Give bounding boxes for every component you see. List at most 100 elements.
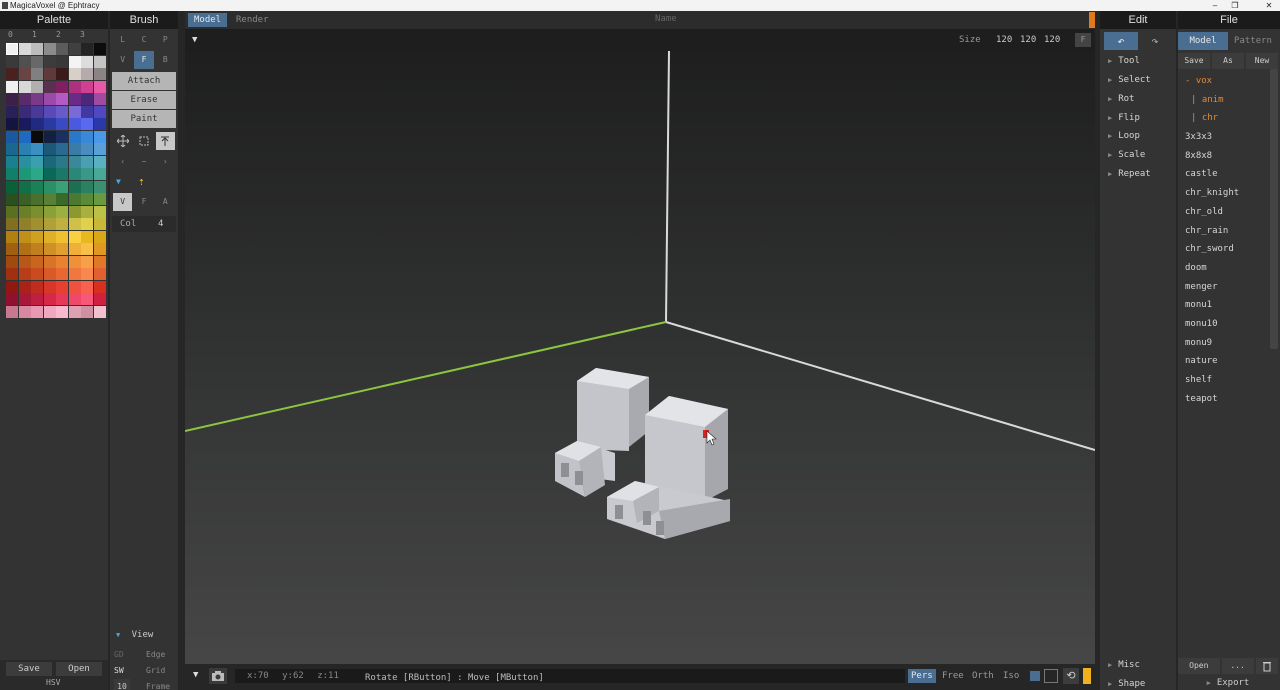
file-open-button[interactable]: Open [1178, 658, 1220, 674]
reset-view-icon[interactable]: ⟲ [1063, 668, 1079, 684]
folder-vox[interactable]: - vox [1185, 72, 1212, 90]
undo-button[interactable]: ↶ [1104, 32, 1138, 50]
statusbar-menu-icon[interactable]: ▼ [193, 670, 198, 680]
palette-swatch[interactable] [56, 218, 68, 230]
palette-swatch[interactable] [81, 80, 93, 93]
grid-view-icon[interactable] [1044, 669, 1058, 683]
palette-swatch[interactable] [6, 268, 18, 280]
palette-swatch[interactable] [31, 193, 43, 205]
brush-circle-button[interactable]: C [134, 31, 153, 49]
palette-swatch[interactable] [81, 105, 93, 118]
palette-swatch[interactable] [81, 280, 93, 293]
palette-swatch[interactable] [43, 43, 56, 55]
palette-swatch[interactable] [68, 118, 81, 130]
export-section[interactable]: ▶ Export [1178, 676, 1278, 690]
folder-chr[interactable]: | chr [1191, 109, 1218, 127]
paint-mode-button[interactable]: Paint [112, 110, 176, 128]
file-item[interactable]: shelf [1185, 371, 1212, 389]
palette-swatch[interactable] [18, 193, 31, 205]
palette-swatch[interactable] [56, 205, 68, 218]
next-button[interactable]: › [156, 153, 175, 171]
palette-swatch[interactable] [43, 68, 56, 80]
palette-swatch[interactable] [18, 55, 31, 68]
palette-mode-label[interactable]: HSV [46, 678, 60, 687]
palette-swatch[interactable] [81, 268, 93, 280]
prev-button[interactable]: ‹ [113, 153, 132, 171]
palette-swatch[interactable] [93, 130, 106, 143]
palette-swatch[interactable] [56, 130, 68, 143]
palette-swatch[interactable] [68, 143, 81, 155]
palette-swatch[interactable] [68, 268, 81, 280]
palette-swatch[interactable] [68, 193, 81, 205]
palette-swatch[interactable] [43, 218, 56, 230]
palette-swatch[interactable] [18, 93, 31, 105]
palette-swatch[interactable] [18, 280, 31, 293]
palette-swatch[interactable] [68, 168, 81, 180]
palette-swatch[interactable] [6, 143, 18, 155]
palette-swatch[interactable] [31, 255, 43, 268]
palette-swatch[interactable] [43, 130, 56, 143]
projection-iso-button[interactable]: Iso [1000, 669, 1022, 683]
palette-swatch[interactable] [93, 243, 106, 255]
minimize-button[interactable]: – [1208, 0, 1222, 11]
palette-swatch[interactable] [68, 80, 81, 93]
screenshot-button[interactable] [209, 668, 227, 684]
palette-swatch[interactable] [43, 193, 56, 205]
file-item[interactable]: monu1 [1185, 296, 1212, 314]
palette-swatch[interactable] [6, 43, 18, 55]
file-item[interactable]: teapot [1185, 390, 1218, 408]
palette-swatch[interactable] [43, 305, 56, 318]
palette-swatch[interactable] [68, 43, 81, 55]
view-row-edge[interactable]: GD Edge [114, 647, 176, 663]
palette-swatch[interactable] [43, 93, 56, 105]
palette-swatch[interactable] [56, 80, 68, 93]
mirror-v-button[interactable]: V [113, 193, 133, 211]
palette-page-3[interactable]: 3 [80, 29, 104, 41]
view-row-grid[interactable]: SW Grid [114, 663, 176, 679]
palette-swatch[interactable] [31, 243, 43, 255]
palette-swatch[interactable] [81, 168, 93, 180]
edit-item-repeat[interactable]: ▶ Repeat [1108, 165, 1172, 183]
palette-swatch[interactable] [18, 205, 31, 218]
palette-swatch[interactable] [56, 55, 68, 68]
mirror-f-button[interactable]: F [134, 193, 153, 211]
view-section-header[interactable]: ▼ View [116, 630, 176, 644]
palette-swatch[interactable] [68, 205, 81, 218]
palette-swatch[interactable] [31, 80, 43, 93]
palette-swatch[interactable] [68, 105, 81, 118]
attach-mode-button[interactable]: Attach [112, 72, 176, 90]
file-item[interactable]: castle [1185, 165, 1218, 183]
brush-box-button[interactable]: B [156, 51, 175, 69]
palette-swatch[interactable] [18, 168, 31, 180]
palette-swatch[interactable] [18, 218, 31, 230]
file-save-button[interactable]: Save [1178, 53, 1210, 69]
file-item[interactable]: nature [1185, 352, 1218, 370]
file-tab-pattern[interactable]: Pattern [1228, 32, 1278, 50]
palette-swatch[interactable] [6, 305, 18, 318]
palette-swatch[interactable] [31, 130, 43, 143]
palette-swatch[interactable] [18, 80, 31, 93]
palette-swatch[interactable] [93, 268, 106, 280]
palette-swatch[interactable] [93, 205, 106, 218]
palette-swatch[interactable] [68, 243, 81, 255]
palette-swatch[interactable] [18, 105, 31, 118]
file-item[interactable]: menger [1185, 278, 1218, 296]
scene-canvas[interactable] [185, 11, 1095, 651]
move-tool-button[interactable] [113, 132, 132, 150]
brush-line-button[interactable]: L [113, 31, 132, 49]
palette-swatch[interactable] [93, 43, 106, 55]
palette-swatch[interactable] [56, 143, 68, 155]
palette-swatch[interactable] [68, 293, 81, 305]
palette-swatch[interactable] [31, 68, 43, 80]
palette-swatch[interactable] [81, 205, 93, 218]
file-new-button[interactable]: New [1246, 53, 1278, 69]
palette-swatch[interactable] [56, 243, 68, 255]
palette-swatch[interactable] [31, 268, 43, 280]
edit-item-flip[interactable]: ▶ Flip [1108, 109, 1172, 127]
palette-swatch[interactable] [56, 293, 68, 305]
redo-button[interactable]: ↷ [1138, 32, 1172, 50]
mirror-a-button[interactable]: A [156, 193, 175, 211]
palette-swatch[interactable] [81, 255, 93, 268]
palette-swatch[interactable] [93, 305, 106, 318]
view-frame-value[interactable]: 10 [114, 679, 130, 690]
